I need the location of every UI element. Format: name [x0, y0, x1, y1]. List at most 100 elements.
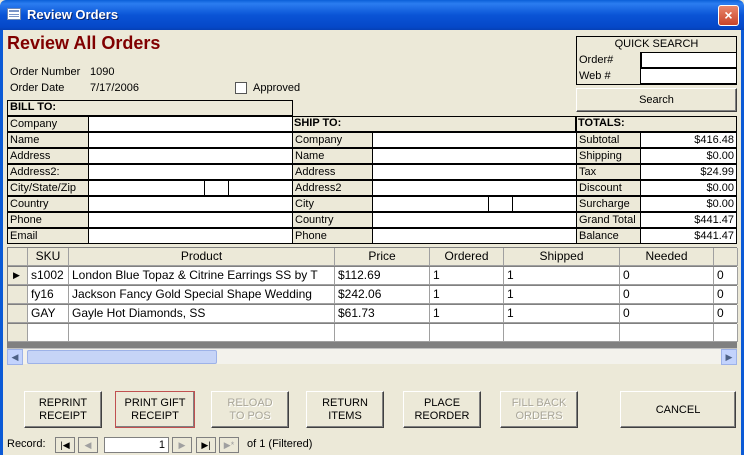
new-record-cell[interactable] [714, 324, 738, 342]
scrollbar-thumb[interactable] [27, 350, 217, 364]
cell-price[interactable]: $242.06 [335, 286, 430, 304]
row-selector-icon[interactable] [8, 305, 28, 323]
cell-sku[interactable]: fy16 [28, 286, 69, 304]
ship-to-field[interactable] [372, 132, 577, 148]
cell-product[interactable]: Jackson Fancy Gold Special Shape Wedding [69, 286, 335, 304]
place-reorder-button[interactable]: PLACE REORDER [403, 391, 481, 428]
cell-shipped[interactable]: 1 [504, 267, 620, 285]
new-record-cell[interactable] [430, 324, 504, 342]
ship-to-field[interactable] [372, 164, 577, 180]
ship-to-zip-field[interactable] [512, 196, 577, 212]
bill-to-header: BILL TO: [10, 101, 57, 113]
ship-to-field[interactable] [372, 148, 577, 164]
cell-extra[interactable]: 0 [714, 305, 738, 323]
last-record-icon[interactable]: ▶| [196, 437, 216, 453]
bill-to-zip-field[interactable] [228, 180, 293, 196]
approved-checkbox[interactable] [235, 82, 247, 94]
close-icon[interactable]: × [718, 5, 739, 26]
column-header-sku[interactable]: SKU [28, 248, 69, 266]
reload-to-pos-button[interactable]: RELOAD TO POS [211, 391, 289, 428]
cell-sku[interactable]: s1002 [28, 267, 69, 285]
cell-price[interactable]: $112.69 [335, 267, 430, 285]
reprint-receipt-button[interactable]: REPRINT RECEIPT [24, 391, 102, 428]
cell-sku[interactable]: GAY [28, 305, 69, 323]
cell-needed[interactable]: 0 [620, 305, 714, 323]
column-header-extra[interactable] [714, 248, 738, 266]
cell-shipped[interactable]: 1 [504, 305, 620, 323]
order-number-label: Order Number [10, 66, 81, 78]
order-search-input[interactable] [640, 52, 737, 68]
new-record-cell[interactable] [335, 324, 430, 342]
bill-to-field[interactable] [88, 196, 293, 212]
column-header-needed[interactable]: Needed [620, 248, 714, 266]
ship-to-field[interactable] [372, 212, 577, 228]
cancel-button[interactable]: CANCEL [620, 391, 736, 428]
return-items-button[interactable]: RETURN ITEMS [306, 391, 384, 428]
window-title: Review Orders [27, 7, 119, 22]
bill-to-label: City/State/Zip [7, 180, 89, 196]
bill-to-state-field[interactable] [204, 180, 229, 196]
cell-ordered[interactable]: 1 [430, 286, 504, 304]
column-header-product[interactable]: Product [69, 248, 335, 266]
first-record-icon[interactable]: |◀ [55, 437, 75, 453]
cell-shipped[interactable]: 1 [504, 286, 620, 304]
new-record-cell[interactable] [28, 324, 69, 342]
record-number-input[interactable]: 1 [104, 437, 169, 453]
bill-to-field[interactable] [88, 164, 293, 180]
web-search-label: Web # [579, 70, 611, 82]
fill-back-orders-button[interactable]: FILL BACK ORDERS [500, 391, 578, 428]
cell-extra[interactable]: 0 [714, 267, 738, 285]
totals-value: $441.47 [640, 228, 737, 244]
cell-needed[interactable]: 0 [620, 286, 714, 304]
next-record-icon[interactable]: ▶ [172, 437, 192, 453]
scroll-left-icon[interactable]: ◀ [7, 349, 23, 365]
totals-value: $0.00 [640, 180, 737, 196]
ship-to-header: SHIP TO: [294, 117, 342, 129]
horizontal-scrollbar[interactable]: ◀ ▶ [7, 348, 737, 365]
items-datasheet[interactable]: SKU Product Price Ordered Shipped Needed ▶ s100… [7, 247, 738, 364]
bill-to-label: Country [7, 196, 89, 212]
column-header-price[interactable]: Price [335, 248, 430, 266]
bill-to-field[interactable] [88, 212, 293, 228]
cell-ordered[interactable]: 1 [430, 267, 504, 285]
prev-record-icon[interactable]: ◀ [78, 437, 98, 453]
cell-extra[interactable]: 0 [714, 286, 738, 304]
row-selector-icon[interactable]: ▶ [8, 267, 28, 285]
scroll-right-icon[interactable]: ▶ [721, 349, 737, 365]
order-search-label: Order# [579, 54, 614, 66]
new-record-cell[interactable] [504, 324, 620, 342]
bill-to-field[interactable] [88, 116, 293, 132]
cell-product[interactable]: Gayle Hot Diamonds, SS [69, 305, 335, 323]
search-button[interactable]: Search [576, 88, 737, 112]
totals-label: Surcharge [576, 196, 641, 212]
ship-to-field[interactable] [372, 180, 577, 196]
quick-search-title: QUICK SEARCH [614, 38, 699, 50]
totals-label: Shipping [576, 148, 641, 164]
order-number-value: 1090 [90, 66, 115, 78]
print-gift-receipt-button[interactable]: PRINT GIFT RECEIPT [115, 391, 195, 428]
ship-to-label: Phone [292, 228, 373, 244]
new-record-cell[interactable] [620, 324, 714, 342]
cell-price[interactable]: $61.73 [335, 305, 430, 323]
ship-to-field[interactable] [372, 228, 577, 244]
cell-needed[interactable]: 0 [620, 267, 714, 285]
bill-to-field[interactable] [88, 228, 293, 244]
bill-to-label: Phone [7, 212, 89, 228]
row-selector-icon[interactable] [8, 286, 28, 304]
cell-ordered[interactable]: 1 [430, 305, 504, 323]
web-search-input[interactable] [640, 68, 737, 84]
record-label: Record: [7, 438, 46, 450]
ship-to-state-field[interactable] [488, 196, 513, 212]
page-title: Review All Orders [7, 33, 161, 53]
totals-label: Subtotal [576, 132, 641, 148]
order-date-label: Order Date [10, 82, 65, 94]
datasheet-corner [8, 248, 28, 266]
bill-to-field[interactable] [88, 132, 293, 148]
new-record-icon[interactable]: ▶* [219, 437, 239, 453]
bill-to-field[interactable] [88, 148, 293, 164]
column-header-shipped[interactable]: Shipped [504, 248, 620, 266]
column-header-ordered[interactable]: Ordered [430, 248, 504, 266]
row-selector-icon[interactable] [8, 324, 28, 342]
cell-product[interactable]: London Blue Topaz & Citrine Earrings SS … [69, 267, 335, 285]
new-record-cell[interactable] [69, 324, 335, 342]
